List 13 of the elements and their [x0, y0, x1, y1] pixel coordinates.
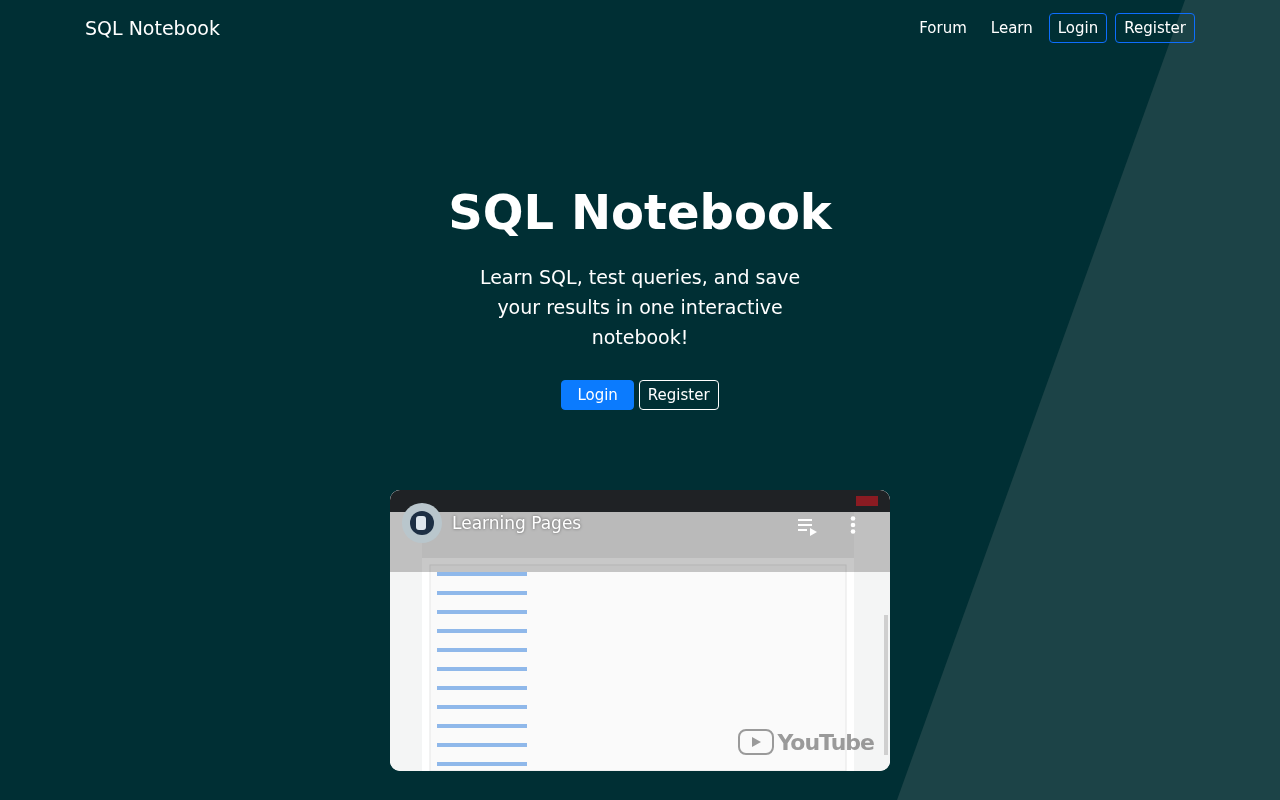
play-logo-icon — [738, 729, 775, 755]
more-icon[interactable] — [850, 516, 856, 534]
nav-link[interactable]: Forum — [911, 11, 975, 45]
register-button[interactable]: Register — [638, 380, 719, 410]
nav-button[interactable]: Login — [1048, 13, 1108, 43]
hero-title: SQL Notebook — [448, 184, 832, 240]
login-button[interactable]: Login — [561, 380, 634, 410]
nav-button[interactable]: Register — [1115, 13, 1195, 43]
nav-link[interactable]: Learn — [982, 11, 1041, 45]
playlist-icon[interactable] — [798, 518, 818, 536]
database-icon — [410, 511, 434, 535]
brand-link[interactable]: SQL Notebook — [85, 17, 220, 39]
hero-subtitle: Learn SQL, test queries, and save your results in one interactive notebook! — [478, 265, 802, 350]
